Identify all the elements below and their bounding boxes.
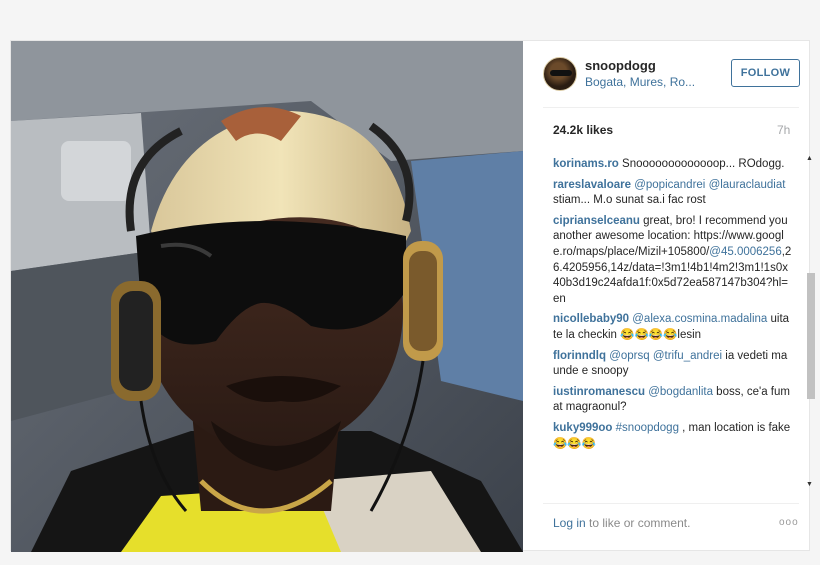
comment-text: Snooooooooooooop... ROdogg. [618, 158, 785, 170]
post-card: snoopdogg Bogata, Mures, Ro... FOLLOW 24… [10, 40, 815, 552]
comment-text: stiam... M.o sunat sa.i fac rost [553, 194, 706, 207]
likes-count[interactable]: 24.2k likes [553, 123, 613, 137]
username-link[interactable]: snoopdogg [585, 58, 656, 73]
scroll-up-arrow-icon[interactable]: ▲ [806, 155, 813, 162]
comment-mention-link[interactable]: @trifu_andrei [653, 350, 722, 362]
footer-divider [543, 503, 799, 504]
comment-username[interactable]: ciprianselceanu [553, 215, 640, 227]
more-options-icon[interactable]: ooo [779, 517, 799, 528]
comments-list[interactable]: korinams.ro Snooooooooooooop... ROdogg. r… [553, 157, 793, 497]
comment-item: kuky999oo #snoopdogg , man location is f… [553, 421, 793, 452]
comment-username[interactable]: kuky999oo [553, 422, 612, 434]
comment-username[interactable]: rareslavaloare [553, 179, 631, 191]
comment-username[interactable]: korinams.ro [553, 158, 619, 170]
comment-mention-link[interactable]: @bogdanlita [645, 386, 713, 398]
scrollbar-thumb[interactable] [807, 273, 815, 399]
header-divider [543, 107, 799, 108]
comment-mention-link[interactable]: @popicandrei [631, 179, 705, 191]
comment-mention-link[interactable]: @alexa.cosmina.madalina [629, 313, 767, 325]
comment-item: iustinromanescu @bogdanlita boss, ce'a f… [553, 385, 793, 416]
comment-item: nicollebaby90 @alexa.cosmina.madalina ui… [553, 312, 793, 343]
location-link[interactable]: Bogata, Mures, Ro... [585, 75, 695, 89]
comment-mention-link[interactable]: @45.0006256 [709, 246, 781, 258]
post-photo[interactable] [11, 41, 523, 552]
post-sidebar: snoopdogg Bogata, Mures, Ro... FOLLOW 24… [523, 41, 815, 552]
selfie-image [11, 41, 523, 552]
comment-item: rareslavaloare @popicandrei @lauraclaudi… [553, 178, 793, 209]
comment-mention-link[interactable]: @oprsq [606, 350, 649, 362]
login-link[interactable]: Log in [553, 516, 586, 530]
comment-item: florinndlq @oprsq @trifu_andrei ia vedet… [553, 349, 793, 380]
post-header: snoopdogg Bogata, Mures, Ro... FOLLOW [543, 55, 800, 95]
comment-item: ciprianselceanu great, bro! I recommend … [553, 214, 793, 308]
login-prompt-text: to like or comment. [585, 516, 691, 530]
avatar[interactable] [543, 57, 577, 91]
comment-username[interactable]: iustinromanescu [553, 386, 645, 398]
post-time[interactable]: 7h [777, 123, 790, 137]
comment-item: korinams.ro Snooooooooooooop... ROdogg. [553, 157, 793, 173]
login-prompt: Log in to like or comment. [553, 516, 690, 530]
follow-button[interactable]: FOLLOW [731, 59, 800, 87]
scroll-down-arrow-icon[interactable]: ▼ [806, 481, 813, 488]
comment-username[interactable]: nicollebaby90 [553, 313, 629, 325]
comment-mention-link[interactable]: #snoopdogg [612, 422, 679, 434]
comment-username[interactable]: florinndlq [553, 350, 606, 362]
comment-mention-link[interactable]: @lauraclaudiat [709, 179, 786, 191]
